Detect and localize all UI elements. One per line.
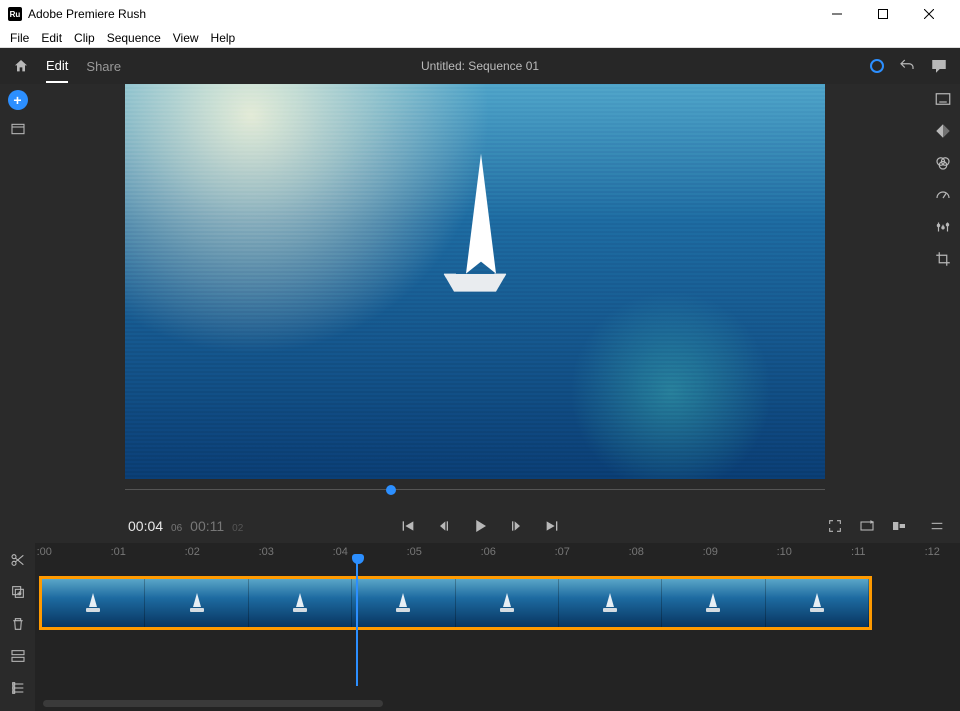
crop-panel-icon[interactable] (934, 250, 952, 268)
aspect-icon[interactable] (890, 517, 908, 535)
menu-clip[interactable]: Clip (68, 31, 101, 45)
clip-thumbnail (42, 579, 145, 627)
right-tool-strip (925, 84, 960, 509)
play-button[interactable] (471, 517, 489, 535)
window-maximize-button[interactable] (860, 0, 906, 28)
clip-thumbnail (766, 579, 869, 627)
audio-panel-icon[interactable] (934, 218, 952, 236)
timecode-duration: 00:11 (190, 518, 224, 534)
clip-thumbnail (456, 579, 559, 627)
menu-file[interactable]: File (4, 31, 35, 45)
add-media-button[interactable]: + (8, 90, 28, 110)
step-back-button[interactable] (435, 517, 453, 535)
clip-thumbnail (559, 579, 662, 627)
timeline-body[interactable]: :00 :01 :02 :03 :04 :05 :06 :07 :08 :09 … (35, 543, 960, 711)
ruler-tick: :11 (851, 546, 865, 558)
document-title: Untitled: Sequence 01 (421, 59, 539, 73)
video-clip[interactable] (39, 576, 872, 630)
ruler-tick: :01 (111, 546, 126, 558)
video-preview[interactable] (125, 84, 825, 479)
duplicate-icon[interactable] (9, 583, 27, 601)
app-icon: Ru (8, 7, 22, 21)
playhead[interactable] (356, 554, 358, 686)
project-panel-icon[interactable] (9, 120, 27, 138)
ruler-tick: :00 (37, 546, 52, 558)
menu-edit[interactable]: Edit (35, 31, 68, 45)
home-icon[interactable] (12, 57, 30, 75)
window-titlebar: Ru Adobe Premiere Rush (0, 0, 960, 28)
window-close-button[interactable] (906, 0, 952, 28)
ruler-tick: :04 (333, 546, 348, 558)
ruler-tick: :08 (629, 546, 644, 558)
preview-column (35, 84, 925, 509)
cloud-sync-icon[interactable] (870, 59, 884, 73)
ruler-tick: :09 (703, 546, 718, 558)
timecode-display[interactable]: 00:04 06 00:11 02 (128, 518, 243, 534)
ruler-tick: :05 (407, 546, 422, 558)
color-panel-icon[interactable] (934, 154, 952, 172)
ruler-tick: :02 (185, 546, 200, 558)
clip-thumbnail (352, 579, 455, 627)
track-controls-icon[interactable] (9, 679, 27, 697)
speed-panel-icon[interactable] (934, 186, 952, 204)
horizontal-scrollbar[interactable] (43, 700, 383, 707)
timecode-duration-frames: 02 (232, 523, 243, 534)
ruler-tick: :03 (259, 546, 274, 558)
left-tool-strip: + (0, 84, 35, 509)
clip-thumbnail (249, 579, 352, 627)
step-forward-button[interactable] (507, 517, 525, 535)
undo-icon[interactable] (898, 57, 916, 75)
scissors-icon[interactable] (9, 551, 27, 569)
timeline-area: :00 :01 :02 :03 :04 :05 :06 :07 :08 :09 … (0, 543, 960, 711)
clip-thumbnail (145, 579, 248, 627)
ruler-tick: :06 (481, 546, 496, 558)
app-title: Adobe Premiere Rush (28, 7, 146, 21)
tab-edit[interactable]: Edit (46, 50, 68, 83)
expand-tracks-icon[interactable] (9, 647, 27, 665)
timeline-options-icon[interactable] (928, 517, 946, 535)
titles-panel-icon[interactable] (934, 90, 952, 108)
app-toolbar: Edit Share Untitled: Sequence 01 (0, 48, 960, 84)
ruler-tick: :07 (555, 546, 570, 558)
preview-scrubber[interactable] (125, 481, 825, 497)
menu-view[interactable]: View (167, 31, 205, 45)
clip-thumbnail (662, 579, 765, 627)
scrubber-handle[interactable] (386, 485, 396, 495)
menu-help[interactable]: Help (205, 31, 242, 45)
go-to-end-button[interactable] (543, 517, 561, 535)
tab-share[interactable]: Share (86, 51, 121, 82)
timeline-tool-strip (0, 543, 35, 711)
menu-sequence[interactable]: Sequence (101, 31, 167, 45)
loop-icon[interactable] (858, 517, 876, 535)
ruler-tick: :12 (925, 546, 940, 558)
transport-bar: 00:04 06 00:11 02 (0, 509, 960, 543)
window-minimize-button[interactable] (814, 0, 860, 28)
fullscreen-icon[interactable] (826, 517, 844, 535)
comment-icon[interactable] (930, 57, 948, 75)
video-track[interactable] (39, 576, 872, 630)
delete-icon[interactable] (9, 615, 27, 633)
timecode-current: 00:04 (128, 518, 163, 534)
go-to-start-button[interactable] (399, 517, 417, 535)
timecode-current-frames: 06 (171, 523, 182, 534)
transitions-panel-icon[interactable] (934, 122, 952, 140)
time-ruler[interactable]: :00 :01 :02 :03 :04 :05 :06 :07 :08 :09 … (35, 543, 960, 565)
ruler-tick: :10 (777, 546, 792, 558)
menu-bar: File Edit Clip Sequence View Help (0, 28, 960, 48)
